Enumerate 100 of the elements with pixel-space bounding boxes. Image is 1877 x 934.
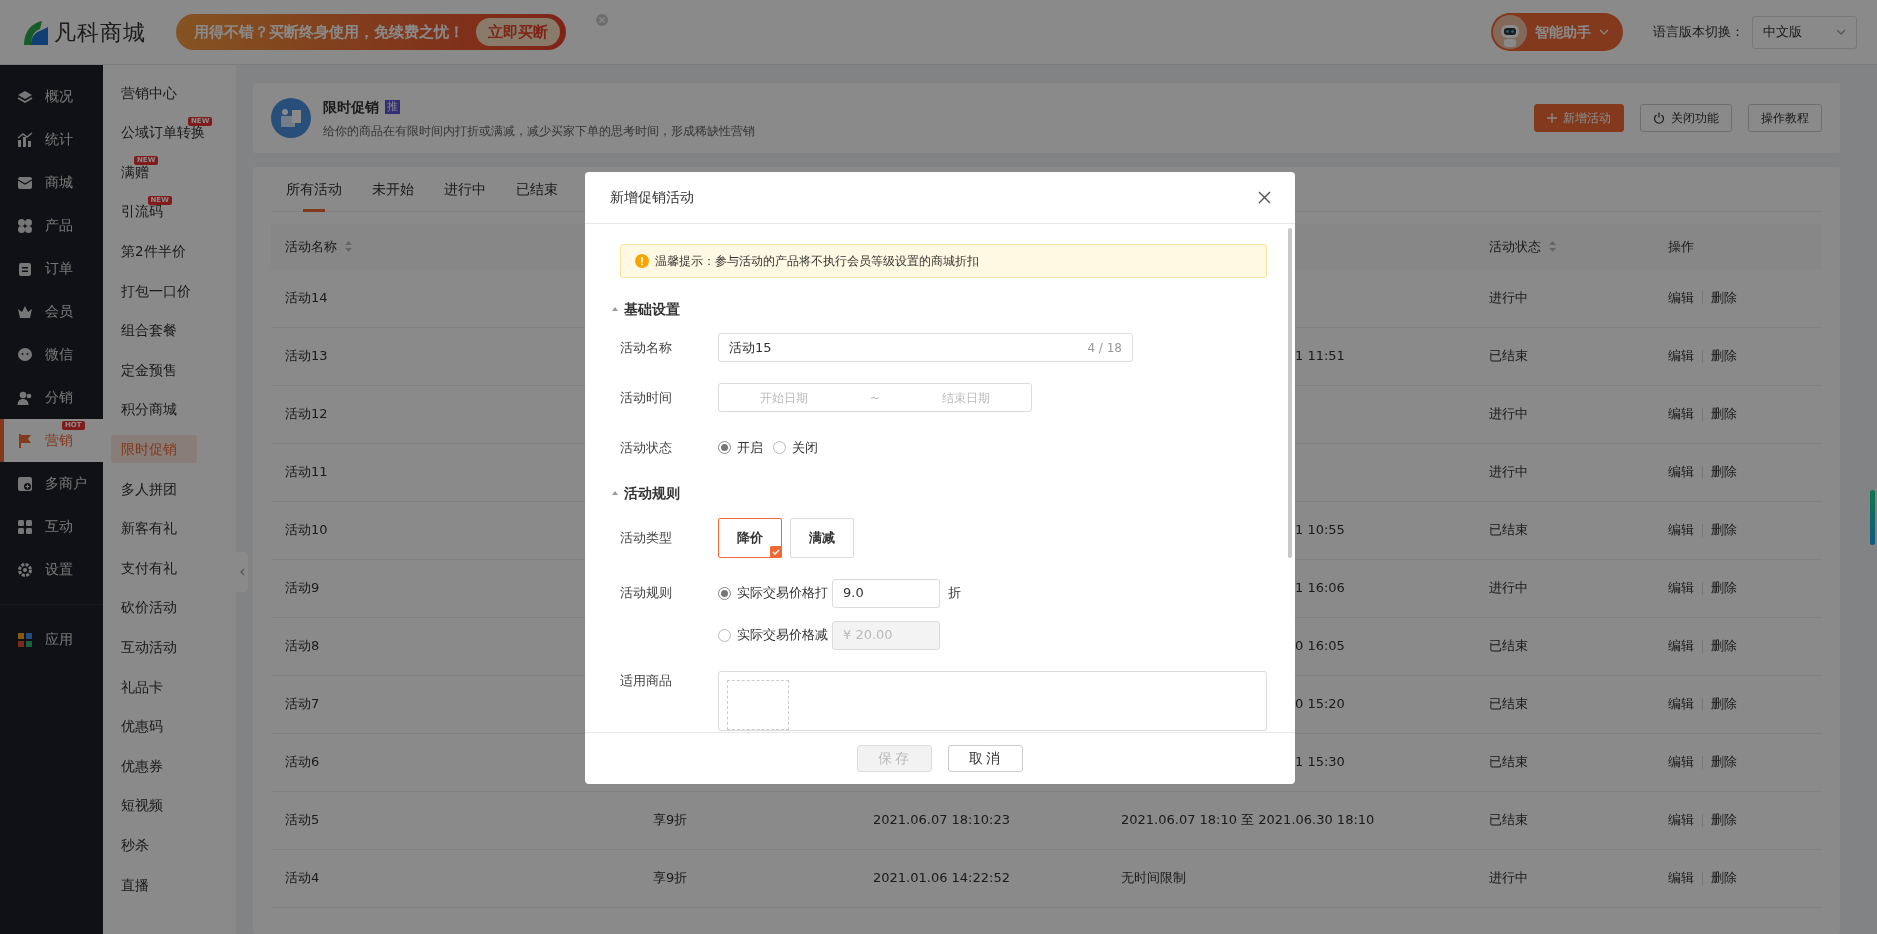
submenu-item[interactable]: 营销中心 <box>121 82 177 103</box>
delete-link[interactable]: 删除 <box>1711 810 1737 830</box>
submenu-item[interactable]: 互动活动 <box>121 637 177 658</box>
delete-link[interactable]: 删除 <box>1711 520 1737 540</box>
tab[interactable]: 未开始 <box>357 167 429 212</box>
collapse-handle[interactable] <box>236 552 248 592</box>
tab[interactable]: 进行中 <box>429 167 501 212</box>
delete-link[interactable]: 删除 <box>1711 752 1737 772</box>
edit-link[interactable]: 编辑 <box>1668 636 1694 656</box>
tab[interactable]: 已结束 <box>501 167 573 212</box>
table-cell: 活动9 <box>285 580 320 596</box>
unit-label: 折 <box>948 584 961 603</box>
edit-link[interactable]: 编辑 <box>1668 462 1694 482</box>
sidebar-item[interactable]: 多商户 <box>0 462 103 505</box>
submenu-item[interactable]: 支付有礼 <box>121 557 177 579</box>
submenu-item[interactable]: 组合套餐 <box>121 320 177 341</box>
edit-link[interactable]: 编辑 <box>1668 752 1694 772</box>
submenu-item[interactable]: 新客有礼 <box>121 518 177 539</box>
page-description: 给你的商品在有限时间内打折或满减，减少买家下单的思考时间，形成稀缺性营销 <box>323 122 756 140</box>
radio-icon[interactable] <box>718 586 731 600</box>
edit-link[interactable]: 编辑 <box>1668 868 1694 888</box>
radio-option[interactable]: 实际交易价格打 <box>718 583 828 603</box>
radio-option[interactable]: 关闭 <box>773 438 818 458</box>
submenu-item[interactable]: 优惠券 <box>121 755 163 776</box>
delete-link[interactable]: 删除 <box>1711 346 1737 366</box>
sort-icon[interactable] <box>1549 241 1556 252</box>
table-cell: 2021.06.07 18:10 至 2021.06.30 18:10 <box>1121 812 1375 828</box>
product-picker[interactable] <box>718 670 1267 731</box>
field-label: 活动名称 <box>619 339 673 357</box>
field-label: 活动规则 <box>619 584 673 603</box>
sidebar-item[interactable]: 统计 <box>0 118 103 161</box>
delete-link[interactable]: 删除 <box>1711 694 1737 714</box>
add-product-tile[interactable] <box>727 679 789 730</box>
table-cell: 活动10 <box>285 522 328 538</box>
end-date-placeholder: 结束日期 <box>942 389 990 407</box>
disable-feature-button[interactable]: 关闭功能 <box>1640 104 1732 132</box>
sidebar-item[interactable]: 微信 <box>0 333 103 376</box>
sidebar-item[interactable]: 设置 <box>0 548 103 591</box>
sidebar-item[interactable]: 应用 <box>0 618 103 661</box>
delete-link[interactable]: 删除 <box>1711 868 1737 888</box>
edit-link[interactable]: 编辑 <box>1668 288 1694 308</box>
warning-icon <box>635 254 649 268</box>
edit-link[interactable]: 编辑 <box>1668 520 1694 540</box>
name-input[interactable]: 活动15 4 / 18 <box>718 333 1133 363</box>
checkmark-icon <box>770 545 782 558</box>
envelope-icon <box>17 174 33 191</box>
table-cell: 1 10:55 <box>1295 522 1345 538</box>
table-cell: 活动4 <box>285 870 320 886</box>
sidebar-item[interactable]: 产品 <box>0 204 103 247</box>
table-cell: 已结束 <box>1489 812 1528 828</box>
clipboard-icon <box>17 260 33 277</box>
submenu-item[interactable]: 礼品卡 <box>121 676 163 697</box>
grid-icon <box>17 518 33 535</box>
delete-link[interactable]: 删除 <box>1711 578 1737 598</box>
sidebar-item[interactable]: 商城 <box>0 161 103 204</box>
page-scrollbar[interactable] <box>1870 490 1875 545</box>
edit-link[interactable]: 编辑 <box>1668 346 1694 366</box>
tab[interactable]: 所有活动 <box>271 167 357 212</box>
edit-link[interactable]: 编辑 <box>1668 404 1694 424</box>
radio-icon[interactable] <box>718 441 731 455</box>
language-select[interactable]: 中文版 <box>1752 15 1857 49</box>
chevron-down-icon <box>1836 29 1846 35</box>
modal-scrollbar[interactable] <box>1288 228 1292 558</box>
char-counter: 4 / 18 <box>1087 339 1122 357</box>
submenu-item[interactable]: 积分商城 <box>121 399 177 420</box>
edit-link[interactable]: 编辑 <box>1668 578 1694 598</box>
app-grid-icon <box>17 631 33 648</box>
delete-link[interactable]: 删除 <box>1711 462 1737 482</box>
submenu-item[interactable]: 多人拼团 <box>121 478 177 499</box>
table-cell: 1 15:30 <box>1295 754 1345 770</box>
sidebar-item[interactable]: 概况 <box>0 75 103 118</box>
submenu-item[interactable]: 优惠码 <box>121 716 163 737</box>
submenu-item[interactable]: 秒杀 <box>121 834 149 856</box>
table-cell: 进行中 <box>1489 464 1528 480</box>
edit-link[interactable]: 编辑 <box>1668 810 1694 830</box>
type-option[interactable]: 满减 <box>790 517 854 558</box>
sort-icon[interactable] <box>345 241 352 252</box>
edit-link[interactable]: 编辑 <box>1668 694 1694 714</box>
sidebar-item[interactable]: 互动 <box>0 505 103 548</box>
submenu-item[interactable]: 第2件半价 <box>121 241 186 262</box>
submenu-item[interactable]: 砍价活动 <box>121 597 177 618</box>
delete-link[interactable]: 删除 <box>1711 636 1737 656</box>
type-option[interactable]: 降价 <box>718 517 782 558</box>
sidebar-item[interactable]: 会员 <box>0 290 103 333</box>
sidebar-item[interactable]: 分销 <box>0 376 103 419</box>
submenu-item[interactable]: 定金预售 <box>121 359 177 381</box>
sidebar-item[interactable]: 订单 <box>0 247 103 290</box>
cancel-button[interactable]: 取消 <box>948 745 1023 772</box>
tutorial-button[interactable]: 操作教程 <box>1748 104 1822 132</box>
delete-link[interactable]: 删除 <box>1711 404 1737 424</box>
radio-option[interactable]: 开启 <box>718 438 763 458</box>
modal-title: 新增促销活动 <box>610 188 694 208</box>
delete-link[interactable]: 删除 <box>1711 288 1737 308</box>
radio-icon[interactable] <box>773 441 786 455</box>
submenu-item[interactable]: 直播 <box>121 874 149 895</box>
amount-input[interactable]: 9.0 <box>832 578 940 608</box>
start-date-placeholder: 开始日期 <box>760 389 808 407</box>
submenu-item[interactable]: 打包一口价 <box>121 280 191 301</box>
field-label: 活动状态 <box>619 439 673 457</box>
submenu-item[interactable]: 短视频 <box>121 795 163 816</box>
